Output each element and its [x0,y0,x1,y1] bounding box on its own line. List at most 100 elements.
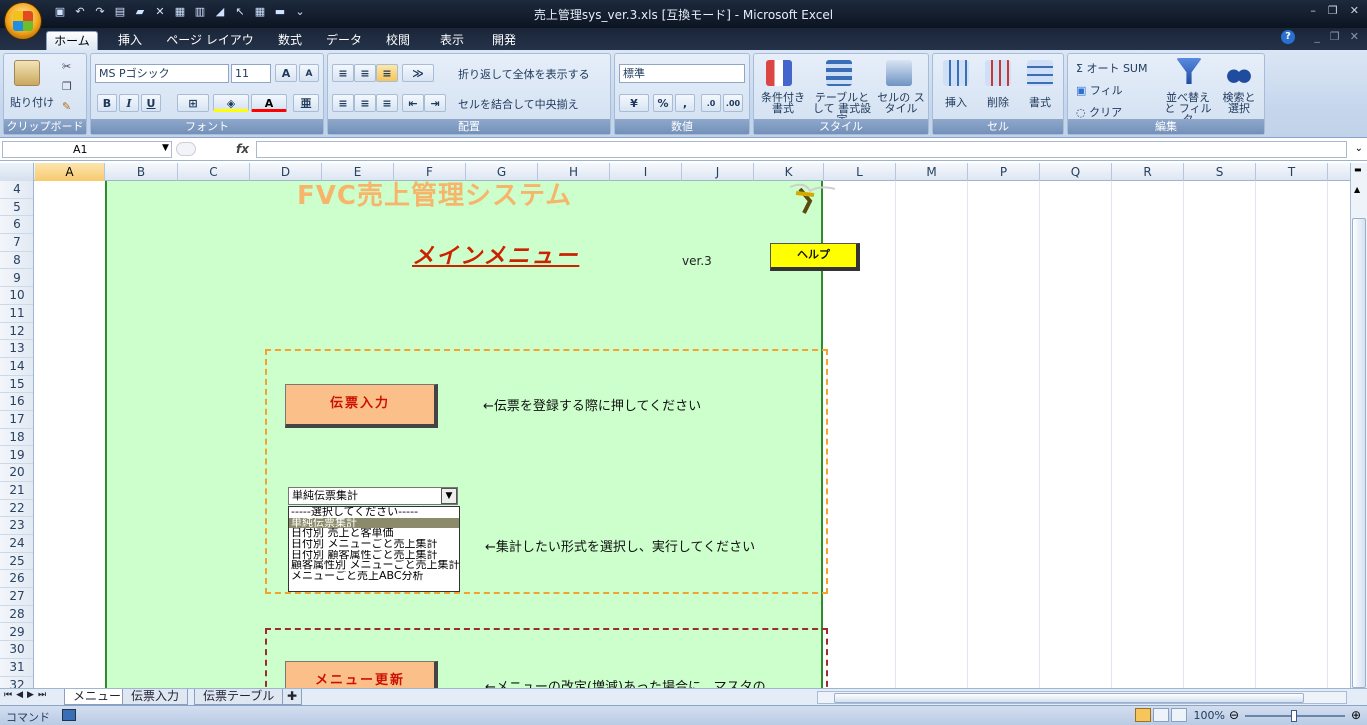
insert-cells-button[interactable]: 挿入 [945,94,967,110]
menu-update-button[interactable]: メニュー更新 [285,661,438,688]
autosum-button[interactable]: Σ オート SUM [1076,60,1147,76]
orientation-button[interactable]: ≫ [402,64,434,82]
row-header[interactable]: 18 [0,429,33,447]
insert-sheet-icon[interactable]: ✚ [282,689,303,705]
font-name-select[interactable]: MS Pゴシック [95,64,229,83]
help-icon[interactable]: ? [1281,30,1295,44]
row-header[interactable]: 17 [0,411,33,429]
tab-data[interactable]: データ [322,31,366,50]
align-middle-button[interactable]: ≡ [354,64,376,82]
align-right-button[interactable]: ≡ [376,94,398,112]
conditional-format-button[interactable]: 条件付き 書式 [758,92,808,114]
row-header[interactable]: 4 [0,181,33,199]
zoom-level[interactable]: 100% [1194,709,1225,722]
workbook-restore-icon[interactable]: ❐ [1330,30,1340,43]
sort-filter-icon[interactable] [1176,58,1202,84]
phonetic-button[interactable]: 亜 [293,94,319,112]
row-header[interactable]: 8 [0,252,33,270]
row-header[interactable]: 23 [0,517,33,535]
worksheet-grid[interactable]: FVC売上管理システム メインメニュー ver.3 ヘルプ 伝票入力 ←伝票を登… [35,181,1350,688]
sheet-tab-menu[interactable]: メニュー [64,689,131,705]
select-all-corner[interactable] [0,163,34,181]
column-header[interactable]: E [322,163,394,181]
row-header[interactable]: 26 [0,570,33,589]
office-button[interactable] [4,2,42,40]
currency-button[interactable]: ¥ [619,94,649,112]
first-sheet-icon[interactable]: ⏮ [4,690,12,700]
page-layout-view-icon[interactable] [1153,708,1169,722]
row-header[interactable]: 29 [0,624,33,642]
font-color-button[interactable]: A [251,94,287,112]
grow-font-button[interactable]: A [275,64,297,82]
slip-entry-button[interactable]: 伝票入力 [285,384,438,428]
row-header[interactable]: 25 [0,553,33,571]
zoom-slider-thumb[interactable] [1291,710,1297,722]
zoom-out-icon[interactable]: ⊖ [1229,708,1239,722]
split-handle-icon[interactable]: ▬ [1354,165,1362,174]
row-header[interactable]: 28 [0,606,33,624]
row-header[interactable]: 14 [0,358,33,376]
page-break-view-icon[interactable] [1171,708,1187,722]
decrease-decimal-button[interactable]: .00 [723,94,743,112]
formula-toggle[interactable] [176,142,196,156]
tab-insert[interactable]: 挿入 [110,31,150,50]
tab-review[interactable]: 校閲 [378,31,418,50]
prev-sheet-icon[interactable]: ◀ [16,690,23,700]
tab-formulas[interactable]: 数式 [270,31,310,50]
row-header[interactable]: 13 [0,340,33,358]
normal-view-icon[interactable] [1135,708,1151,722]
vertical-scroll-thumb[interactable] [1352,218,1366,688]
sheet-tab-slip-table[interactable]: 伝票テーブル [194,689,284,705]
shrink-font-button[interactable]: A [299,64,319,82]
column-header[interactable]: G [466,163,538,181]
clear-button[interactable]: ◌ クリア [1076,104,1122,120]
column-header[interactable]: D [250,163,322,181]
paste-button[interactable]: 貼り付け [10,94,54,110]
row-header[interactable]: 27 [0,588,33,606]
increase-indent-button[interactable]: ⇥ [424,94,446,112]
list-item[interactable]: 日付別 顧客属性ごと売上集計 [289,550,459,561]
row-header[interactable]: 21 [0,482,33,500]
conditional-format-icon[interactable] [766,60,792,86]
column-header[interactable]: S [1184,163,1256,181]
column-header[interactable]: R [1112,163,1184,181]
list-item[interactable]: 日付別 売上と客単価 [289,528,459,539]
row-header[interactable]: 30 [0,641,33,659]
column-header[interactable]: L [824,163,896,181]
row-header[interactable]: 22 [0,500,33,518]
column-header[interactable]: F [394,163,466,181]
row-header[interactable]: 32 [0,677,33,688]
close-icon[interactable]: ✕ [1350,4,1359,17]
name-box-dropdown-icon[interactable]: ▼ [162,143,169,153]
underline-button[interactable]: U [141,94,161,112]
bold-button[interactable]: B [97,94,117,112]
format-cells-icon[interactable] [1027,60,1053,86]
align-left-button[interactable]: ≡ [332,94,354,112]
list-item[interactable]: -----選択してください----- [289,507,459,518]
list-item[interactable]: メニューごと売上ABC分析 [289,571,459,582]
row-header[interactable]: 6 [0,216,33,235]
find-binoculars-icon[interactable] [1226,58,1252,84]
row-header[interactable]: 9 [0,270,33,288]
aggregation-select[interactable]: 単純伝票集計 ▼ [288,487,458,505]
column-header[interactable]: P [968,163,1040,181]
border-button[interactable]: ⊞ [177,94,209,112]
sheet-tab-slip-entry[interactable]: 伝票入力 [122,689,189,705]
cell-styles-button[interactable]: セルの スタイル [876,92,926,114]
tab-page-layout[interactable]: ページ レイアウト [164,31,256,66]
row-header[interactable]: 19 [0,447,33,465]
cut-icon[interactable]: ✂ [62,60,71,73]
italic-button[interactable]: I [119,94,139,112]
horizontal-scrollbar[interactable] [817,691,1347,704]
format-painter-icon[interactable]: ✎ [62,100,71,113]
list-item[interactable]: 単純伝票集計 [289,517,459,529]
align-top-button[interactable]: ≡ [332,64,354,82]
column-header[interactable]: K [754,163,824,181]
decrease-indent-button[interactable]: ⇤ [402,94,424,112]
macro-record-icon[interactable] [62,709,76,721]
align-bottom-button[interactable]: ≡ [376,64,398,82]
column-header[interactable]: I [610,163,682,181]
restore-icon[interactable]: ❐ [1328,4,1338,17]
expand-formula-icon[interactable]: ⌄ [1355,143,1363,154]
fill-button[interactable]: ▣ フィル [1076,82,1123,98]
